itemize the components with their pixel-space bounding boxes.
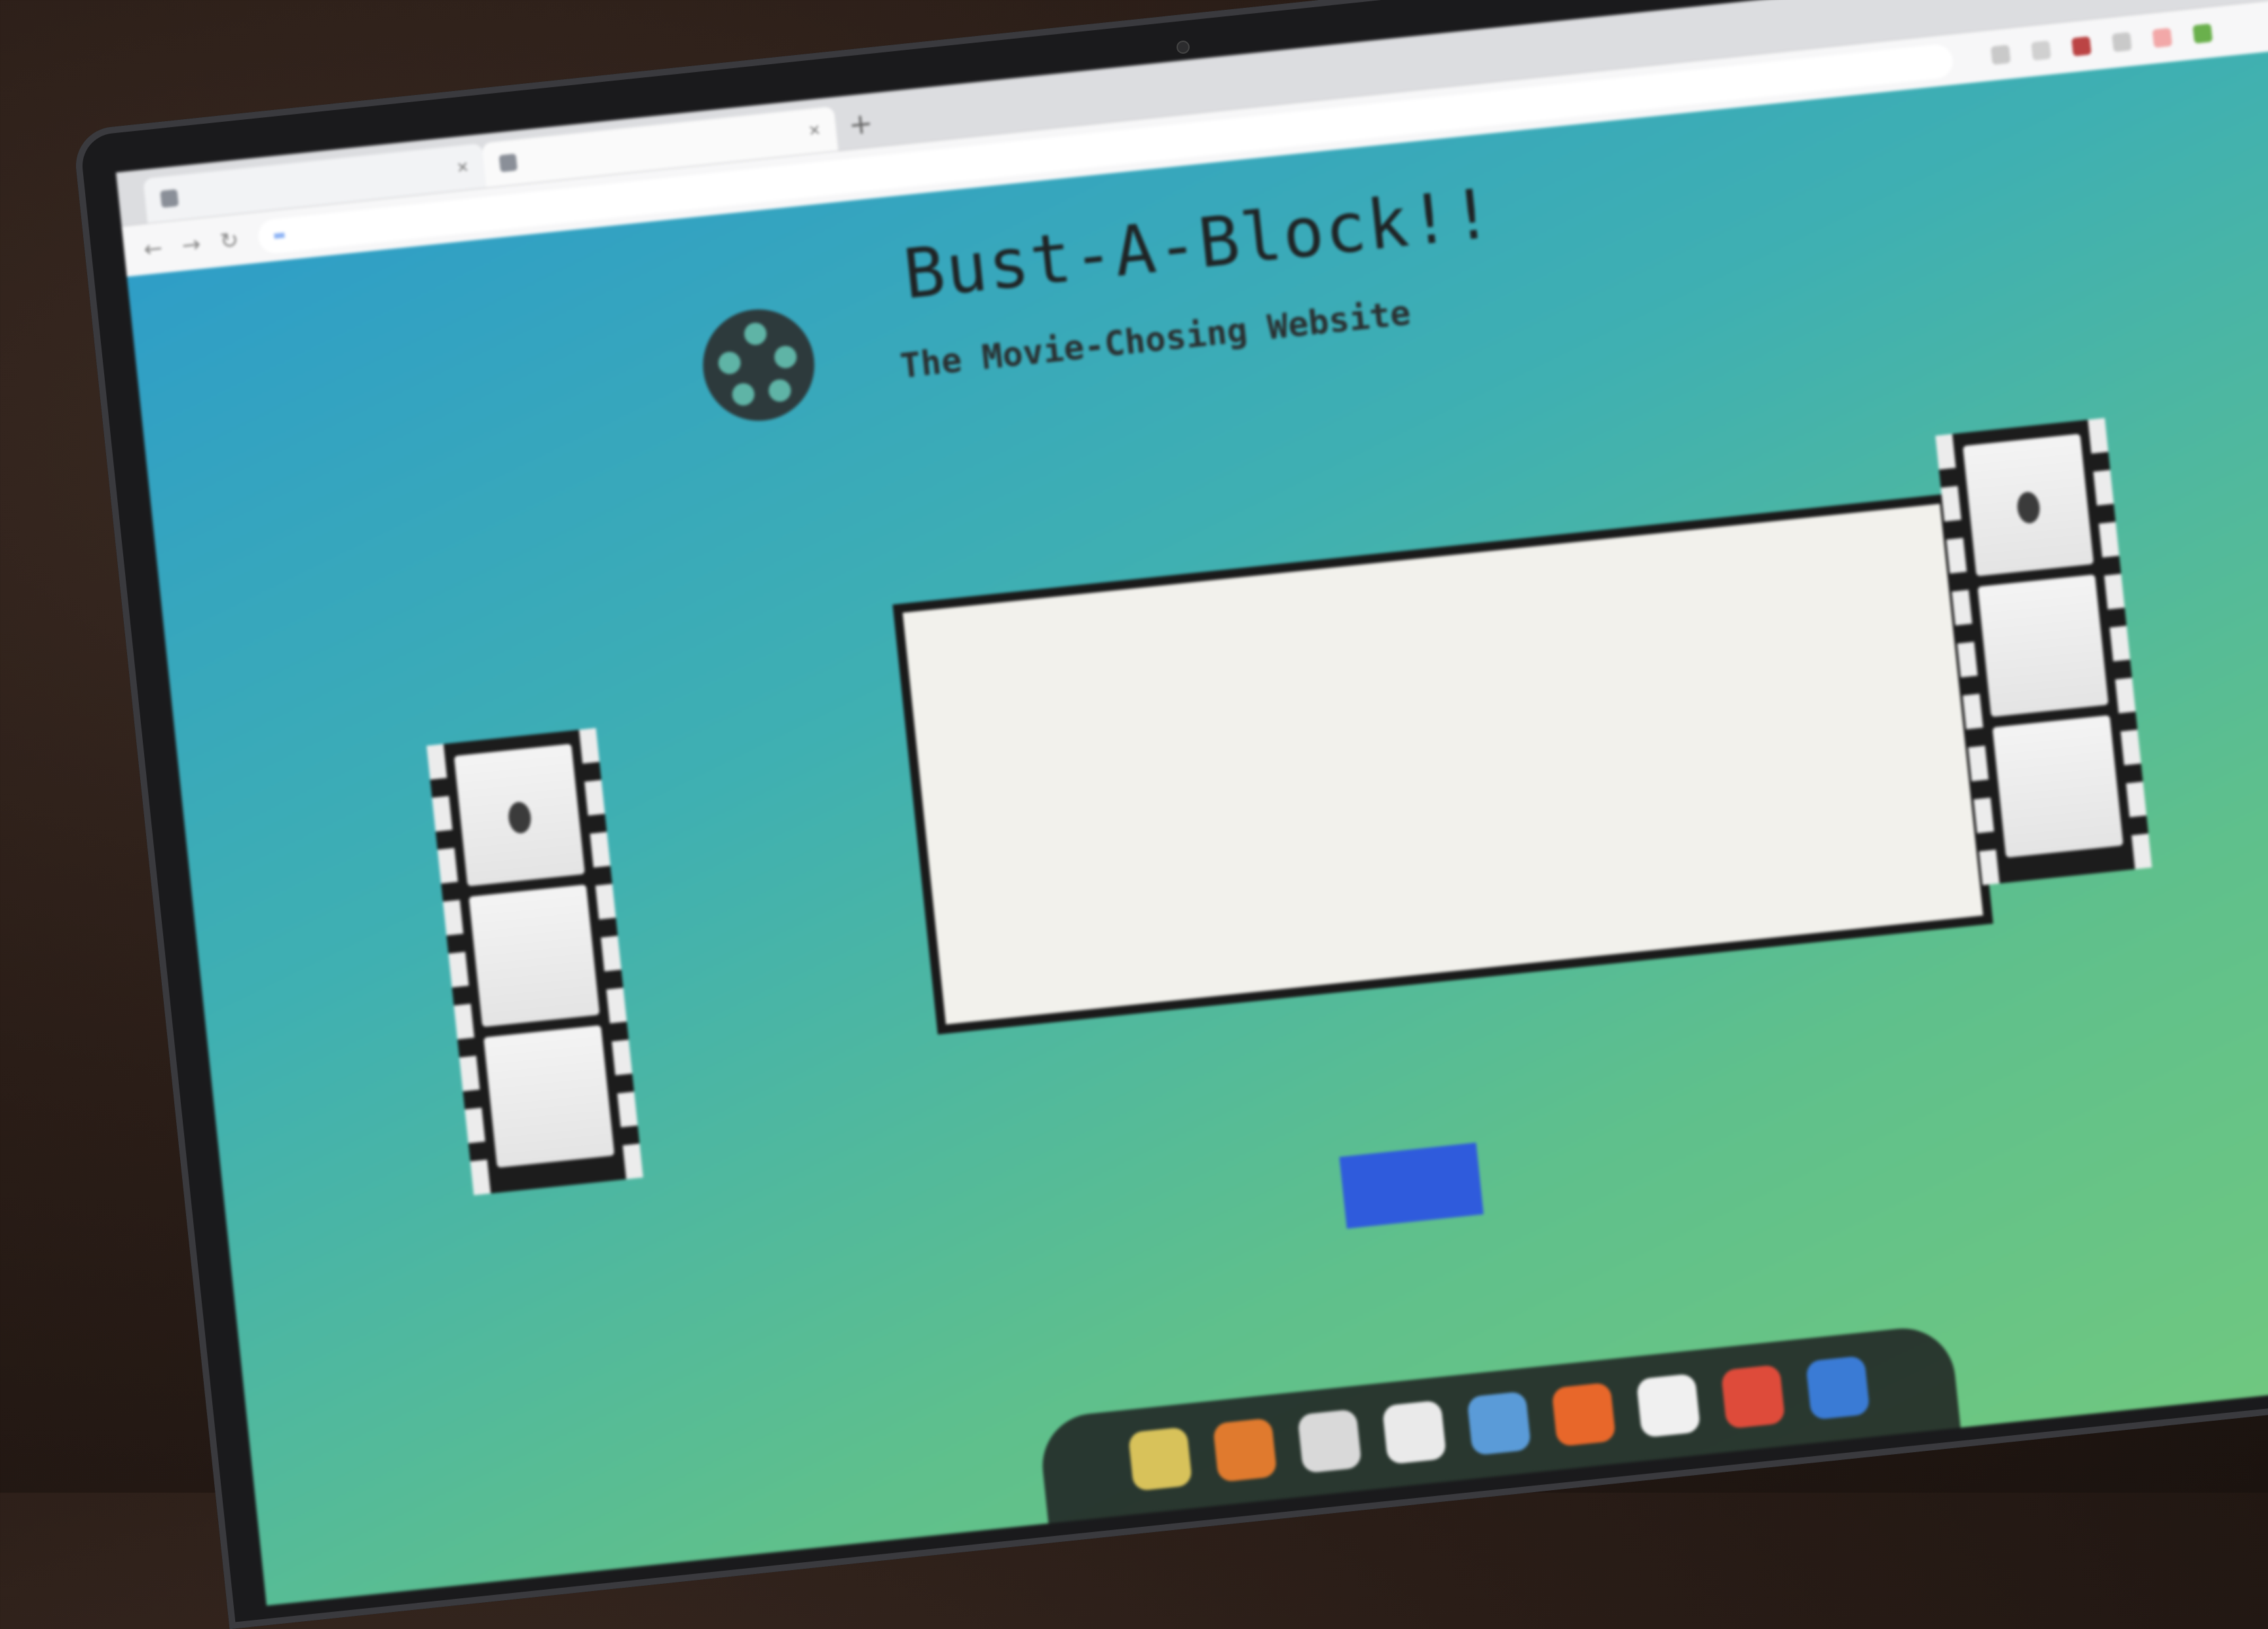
app-icon[interactable] [1551, 1382, 1616, 1447]
app-icon[interactable] [1805, 1355, 1870, 1421]
app-icon[interactable] [1636, 1373, 1701, 1438]
app-icon[interactable] [1212, 1417, 1277, 1483]
app-icon[interactable] [1127, 1427, 1193, 1491]
extension-icon[interactable] [2151, 28, 2172, 48]
extension-icon[interactable] [1990, 45, 2011, 66]
tab-favicon-icon [160, 189, 179, 208]
app-icon[interactable] [1297, 1408, 1363, 1474]
webcam [1175, 40, 1190, 55]
close-icon[interactable]: × [808, 119, 822, 143]
back-icon[interactable]: ← [142, 235, 164, 263]
profile-icon[interactable] [2192, 23, 2213, 44]
forward-icon[interactable]: → [181, 231, 202, 259]
intro-text [976, 653, 1896, 750]
new-tab-icon[interactable]: + [847, 106, 875, 142]
extension-icon[interactable] [2111, 31, 2132, 52]
page-subtitle: The Movie-Chosing Website [898, 293, 1413, 386]
extension-icon[interactable] [2071, 36, 2092, 57]
dock [1037, 1323, 1961, 1524]
app-icon[interactable] [1382, 1400, 1447, 1465]
web-page: Bust-A-Block!! The Movie-Chosing Website [126, 37, 2268, 1606]
film-reel-logo-icon [697, 303, 820, 426]
app-icon[interactable] [1466, 1391, 1532, 1456]
extension-icon[interactable] [2030, 40, 2051, 61]
extensions-area [1990, 23, 2213, 66]
url-text [273, 233, 285, 239]
tab-favicon-icon [499, 153, 518, 172]
filmstrip-left-icon [426, 728, 643, 1195]
intro-panel [892, 493, 1994, 1035]
browser-app-icon[interactable] [1720, 1364, 1786, 1429]
reload-icon[interactable]: ↻ [219, 227, 240, 255]
screen: × × + ← → ↻ Bust-A-Block!! The Movie-Cho… [115, 0, 2268, 1606]
laptop: × × + ← → ↻ Bust-A-Block!! The Movie-Cho… [72, 0, 2268, 1629]
start-button[interactable] [1339, 1142, 1484, 1229]
close-icon[interactable]: × [456, 156, 470, 179]
